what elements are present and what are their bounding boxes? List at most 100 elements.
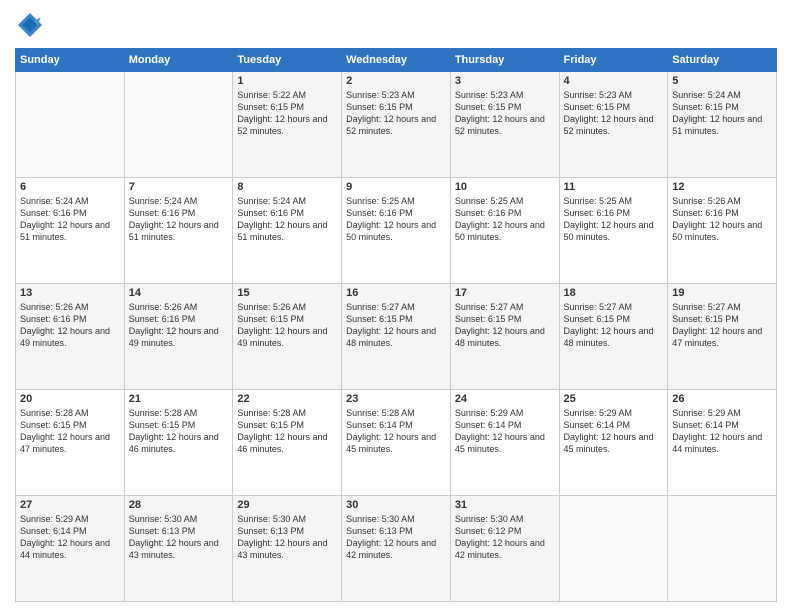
day-number: 17 — [455, 287, 555, 299]
day-cell: 31 Sunrise: 5:30 AM Sunset: 6:12 PM Dayli… — [450, 496, 559, 602]
day-cell: 26 Sunrise: 5:29 AM Sunset: 6:14 PM Dayli… — [668, 390, 777, 496]
day-cell: 8 Sunrise: 5:24 AM Sunset: 6:16 PM Daylig… — [233, 178, 342, 284]
day-number: 24 — [455, 393, 555, 405]
day-number: 22 — [237, 393, 337, 405]
page: SundayMondayTuesdayWednesdayThursdayFrid… — [0, 0, 792, 612]
day-number: 14 — [129, 287, 229, 299]
day-info: Sunrise: 5:29 AM Sunset: 6:14 PM Dayligh… — [672, 407, 772, 456]
day-cell — [124, 72, 233, 178]
day-number: 2 — [346, 75, 446, 87]
day-info: Sunrise: 5:25 AM Sunset: 6:16 PM Dayligh… — [346, 195, 446, 244]
header — [15, 10, 777, 40]
day-info: Sunrise: 5:23 AM Sunset: 6:15 PM Dayligh… — [564, 89, 664, 138]
day-info: Sunrise: 5:30 AM Sunset: 6:13 PM Dayligh… — [237, 513, 337, 562]
day-cell: 24 Sunrise: 5:29 AM Sunset: 6:14 PM Dayli… — [450, 390, 559, 496]
week-row-2: 6 Sunrise: 5:24 AM Sunset: 6:16 PM Daylig… — [16, 178, 777, 284]
day-cell: 22 Sunrise: 5:28 AM Sunset: 6:15 PM Dayli… — [233, 390, 342, 496]
day-cell: 4 Sunrise: 5:23 AM Sunset: 6:15 PM Daylig… — [559, 72, 668, 178]
day-info: Sunrise: 5:25 AM Sunset: 6:16 PM Dayligh… — [564, 195, 664, 244]
day-number: 4 — [564, 75, 664, 87]
day-info: Sunrise: 5:27 AM Sunset: 6:15 PM Dayligh… — [672, 301, 772, 350]
day-info: Sunrise: 5:25 AM Sunset: 6:16 PM Dayligh… — [455, 195, 555, 244]
day-cell: 29Sunrise: 5:30 AM Sunset: 6:13 PM Dayli… — [233, 496, 342, 602]
day-number: 3 — [455, 75, 555, 87]
week-row-1: 1Sunrise: 5:22 AM Sunset: 6:15 PM Daylig… — [16, 72, 777, 178]
day-info: Sunrise: 5:29 AM Sunset: 6:14 PM Dayligh… — [455, 407, 555, 456]
day-info: Sunrise: 5:23 AM Sunset: 6:15 PM Dayligh… — [455, 89, 555, 138]
day-number: 6 — [20, 181, 120, 193]
day-info: Sunrise: 5:29 AM Sunset: 6:14 PM Dayligh… — [564, 407, 664, 456]
day-info: Sunrise: 5:28 AM Sunset: 6:15 PM Dayligh… — [129, 407, 229, 456]
day-cell: 20 Sunrise: 5:28 AM Sunset: 6:15 PM Dayli… — [16, 390, 125, 496]
day-number: 27 — [20, 499, 120, 511]
day-cell: 7 Sunrise: 5:24 AM Sunset: 6:16 PM Daylig… — [124, 178, 233, 284]
day-number: 9 — [346, 181, 446, 193]
day-number: 8 — [237, 181, 337, 193]
day-number: 18 — [564, 287, 664, 299]
day-info: Sunrise: 5:23 AM Sunset: 6:15 PM Dayligh… — [346, 89, 446, 138]
weekday-header-tuesday: Tuesday — [233, 49, 342, 72]
day-cell — [16, 72, 125, 178]
day-cell: 12 Sunrise: 5:26 AM Sunset: 6:16 PM Dayli… — [668, 178, 777, 284]
day-cell: 6 Sunrise: 5:24 AM Sunset: 6:16 PM Daylig… — [16, 178, 125, 284]
day-cell: 30 Sunrise: 5:30 AM Sunset: 6:13 PM Dayli… — [342, 496, 451, 602]
day-info: Sunrise: 5:24 AM Sunset: 6:16 PM Dayligh… — [129, 195, 229, 244]
weekday-header-sunday: Sunday — [16, 49, 125, 72]
day-info: Sunrise: 5:28 AM Sunset: 6:15 PM Dayligh… — [20, 407, 120, 456]
day-number: 31 — [455, 499, 555, 511]
day-number: 25 — [564, 393, 664, 405]
day-info: Sunrise: 5:22 AM Sunset: 6:15 PM Dayligh… — [237, 89, 337, 138]
day-cell: 5Sunrise: 5:24 AM Sunset: 6:15 PM Daylig… — [668, 72, 777, 178]
day-cell: 2 Sunrise: 5:23 AM Sunset: 6:15 PM Daylig… — [342, 72, 451, 178]
day-number: 12 — [672, 181, 772, 193]
calendar: SundayMondayTuesdayWednesdayThursdayFrid… — [15, 48, 777, 602]
week-row-3: 13 Sunrise: 5:26 AM Sunset: 6:16 PM Dayli… — [16, 284, 777, 390]
day-cell: 3 Sunrise: 5:23 AM Sunset: 6:15 PM Daylig… — [450, 72, 559, 178]
day-cell: 13Sunrise: 5:26 AM Sunset: 6:16 PM Dayli… — [16, 284, 125, 390]
day-number: 13 — [20, 287, 120, 299]
day-number: 19 — [672, 287, 772, 299]
day-info: Sunrise: 5:27 AM Sunset: 6:15 PM Dayligh… — [346, 301, 446, 350]
day-number: 30 — [346, 499, 446, 511]
day-cell: 28Sunrise: 5:30 AM Sunset: 6:13 PM Dayli… — [124, 496, 233, 602]
day-number: 10 — [455, 181, 555, 193]
day-cell: 14 Sunrise: 5:26 AM Sunset: 6:16 PM Dayli… — [124, 284, 233, 390]
day-cell: 15 Sunrise: 5:26 AM Sunset: 6:15 PM Dayli… — [233, 284, 342, 390]
day-info: Sunrise: 5:30 AM Sunset: 6:12 PM Dayligh… — [455, 513, 555, 562]
logo — [15, 10, 49, 40]
day-cell: 25 Sunrise: 5:29 AM Sunset: 6:14 PM Dayli… — [559, 390, 668, 496]
weekday-header-monday: Monday — [124, 49, 233, 72]
day-number: 11 — [564, 181, 664, 193]
day-info: Sunrise: 5:24 AM Sunset: 6:16 PM Dayligh… — [237, 195, 337, 244]
day-number: 5 — [672, 75, 772, 87]
day-info: Sunrise: 5:27 AM Sunset: 6:15 PM Dayligh… — [564, 301, 664, 350]
week-row-4: 20 Sunrise: 5:28 AM Sunset: 6:15 PM Dayli… — [16, 390, 777, 496]
day-info: Sunrise: 5:29 AM Sunset: 6:14 PM Dayligh… — [20, 513, 120, 562]
day-info: Sunrise: 5:26 AM Sunset: 6:16 PM Dayligh… — [129, 301, 229, 350]
day-info: Sunrise: 5:28 AM Sunset: 6:14 PM Dayligh… — [346, 407, 446, 456]
day-info: Sunrise: 5:26 AM Sunset: 6:16 PM Dayligh… — [672, 195, 772, 244]
day-info: Sunrise: 5:24 AM Sunset: 6:16 PM Dayligh… — [20, 195, 120, 244]
weekday-header-thursday: Thursday — [450, 49, 559, 72]
day-number: 16 — [346, 287, 446, 299]
day-number: 28 — [129, 499, 229, 511]
day-number: 15 — [237, 287, 337, 299]
day-info: Sunrise: 5:28 AM Sunset: 6:15 PM Dayligh… — [237, 407, 337, 456]
day-info: Sunrise: 5:27 AM Sunset: 6:15 PM Dayligh… — [455, 301, 555, 350]
day-cell: 16 Sunrise: 5:27 AM Sunset: 6:15 PM Dayli… — [342, 284, 451, 390]
day-cell: 11 Sunrise: 5:25 AM Sunset: 6:16 PM Dayli… — [559, 178, 668, 284]
logo-icon — [15, 10, 45, 40]
day-number: 20 — [20, 393, 120, 405]
day-cell: 1Sunrise: 5:22 AM Sunset: 6:15 PM Daylig… — [233, 72, 342, 178]
day-cell — [668, 496, 777, 602]
day-number: 26 — [672, 393, 772, 405]
day-number: 7 — [129, 181, 229, 193]
day-cell: 21Sunrise: 5:28 AM Sunset: 6:15 PM Dayli… — [124, 390, 233, 496]
weekday-header-friday: Friday — [559, 49, 668, 72]
weekday-header-row: SundayMondayTuesdayWednesdayThursdayFrid… — [16, 49, 777, 72]
day-cell: 27 Sunrise: 5:29 AM Sunset: 6:14 PM Dayli… — [16, 496, 125, 602]
day-cell: 23Sunrise: 5:28 AM Sunset: 6:14 PM Dayli… — [342, 390, 451, 496]
day-info: Sunrise: 5:26 AM Sunset: 6:15 PM Dayligh… — [237, 301, 337, 350]
day-info: Sunrise: 5:30 AM Sunset: 6:13 PM Dayligh… — [346, 513, 446, 562]
day-cell: 18 Sunrise: 5:27 AM Sunset: 6:15 PM Dayli… — [559, 284, 668, 390]
